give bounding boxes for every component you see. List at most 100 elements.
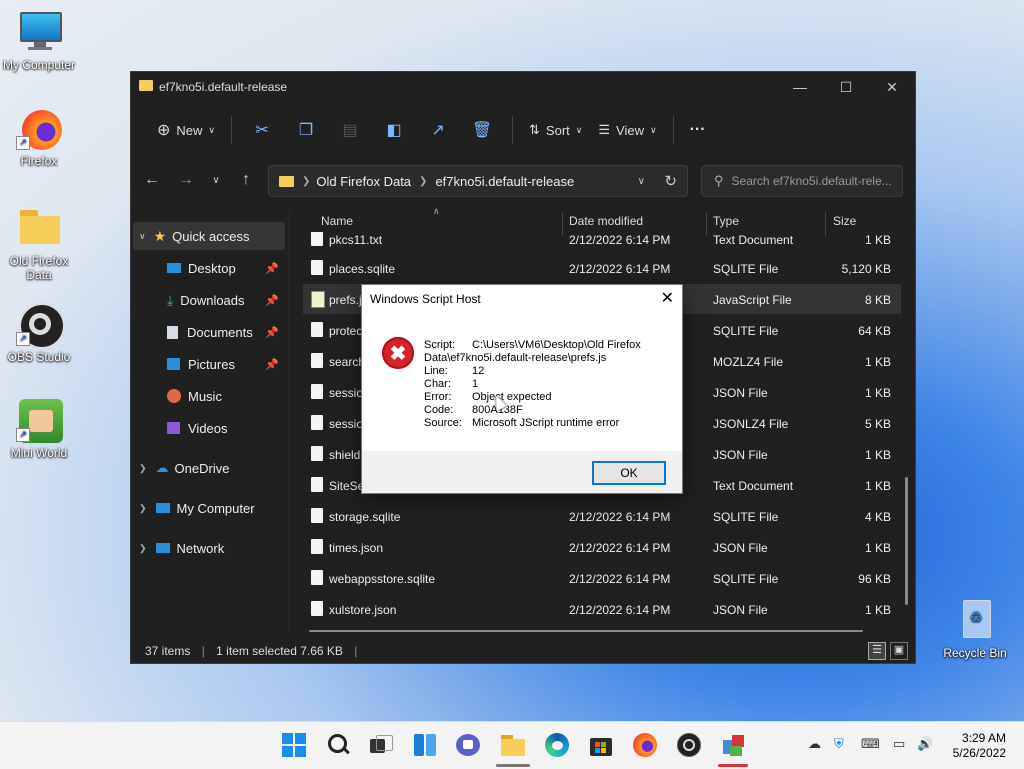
file-type: JSON File: [713, 448, 768, 462]
more-options-button[interactable]: ···: [682, 114, 714, 146]
file-row[interactable]: places.sqlite 2/12/2022 6:14 PM SQLITE F…: [303, 253, 901, 283]
defender-icon[interactable]: ⛨: [834, 737, 844, 752]
file-row[interactable]: xulstore.json 2/12/2022 6:14 PM JSON Fil…: [303, 594, 901, 624]
network-status-icon[interactable]: ☁: [808, 737, 821, 752]
file-size: 1 KB: [864, 603, 891, 617]
error-icon: ✖: [382, 337, 414, 369]
copy-icon[interactable]: ❐: [292, 116, 320, 144]
store-icon[interactable]: [588, 732, 614, 758]
desktop-icon-mini-world[interactable]: ↗ Mini World: [1, 398, 77, 460]
file-size: 1 KB: [864, 355, 891, 369]
share-icon[interactable]: ↗: [424, 116, 452, 144]
file-name: webappsstore.sqlite: [329, 572, 436, 586]
firefox-icon[interactable]: [632, 732, 658, 758]
rename-icon[interactable]: ◧: [380, 116, 408, 144]
file-row[interactable]: times.json 2/12/2022 6:14 PM JSON File 1…: [303, 532, 901, 562]
back-arrow-icon[interactable]: ←: [135, 165, 169, 195]
file-type: Text Document: [713, 479, 794, 493]
file-type: SQLITE File: [713, 510, 779, 524]
address-bar[interactable]: ❯ Old Firefox Data ❯ ef7kno5i.default-re…: [268, 165, 688, 197]
breadcrumb-old-firefox-data[interactable]: Old Firefox Data: [316, 174, 411, 189]
file-row[interactable]: pkcs11.txt 2/12/2022 6:14 PM Text Docume…: [303, 232, 901, 254]
error-value: Object expected: [472, 391, 552, 403]
sort-arrow-icon: ∧: [433, 206, 440, 216]
file-size: 1 KB: [864, 233, 891, 247]
column-header-type[interactable]: Type: [713, 214, 739, 234]
file-size: 1 KB: [864, 386, 891, 400]
column-header-date-modified[interactable]: Date modified: [569, 214, 643, 234]
desktop-icon-label: Firefox: [20, 154, 58, 168]
breadcrumb-current-folder[interactable]: ef7kno5i.default-release: [435, 174, 574, 189]
file-size: 96 KB: [858, 572, 891, 586]
paste-icon[interactable]: ▤: [336, 116, 364, 144]
search-icon[interactable]: [325, 732, 351, 758]
maximize-button[interactable]: ☐: [823, 72, 869, 102]
desktop-icon-old-firefox-data[interactable]: Old Firefox Data: [1, 206, 77, 282]
dialog-title: Windows Script Host: [370, 292, 481, 306]
search-box[interactable]: ⚲ Search ef7kno5i.default-rele...: [701, 165, 903, 197]
file-name: pkcs11.txt: [329, 233, 383, 247]
mini-world-icon[interactable]: [718, 732, 748, 767]
file-date: 2/12/2022 6:14 PM: [569, 603, 671, 617]
chevron-down-icon[interactable]: ∨: [638, 176, 645, 187]
details-view-button[interactable]: ☰: [868, 642, 886, 660]
column-header-name[interactable]: Name: [321, 214, 353, 234]
view-button[interactable]: ☰ View ∨: [590, 114, 664, 146]
file-size: 64 KB: [858, 324, 891, 338]
file-icon: [311, 322, 323, 337]
script-label: Script:: [424, 339, 456, 351]
error-label: Error:: [424, 391, 452, 403]
refresh-icon[interactable]: ↻: [664, 172, 677, 190]
desktop-icon-label: Old Firefox Data: [9, 254, 69, 282]
chat-icon[interactable]: [455, 732, 481, 758]
vertical-scrollbar[interactable]: [905, 477, 908, 605]
widgets-icon[interactable]: [412, 732, 438, 758]
desktop-icon-obs-studio[interactable]: ↗ OBS Studio: [1, 302, 77, 364]
char-label: Char:: [424, 378, 451, 390]
selection-info: 1 item selected 7.66 KB: [216, 644, 343, 658]
up-arrow-icon[interactable]: ↑: [229, 165, 263, 195]
file-row[interactable]: webappsstore.sqlite 2/12/2022 6:14 PM SQ…: [303, 563, 901, 593]
ok-button[interactable]: OK: [592, 461, 666, 485]
sort-button[interactable]: ⇅ Sort ∨: [521, 114, 590, 146]
display-icon[interactable]: ▭: [893, 737, 905, 752]
clock-time: 3:29 AM: [961, 731, 1006, 745]
char-value: 1: [472, 378, 479, 390]
firefox-icon: ↗: [16, 106, 62, 152]
window-title: ef7kno5i.default-release: [159, 80, 288, 94]
desktop-icon-label: My Computer: [2, 58, 76, 72]
desktop-icon-firefox[interactable]: ↗ Firefox: [1, 106, 77, 168]
obs-icon[interactable]: [676, 732, 702, 758]
desktop-icon-my-computer[interactable]: My Computer: [1, 10, 77, 72]
file-row[interactable]: storage.sqlite 2/12/2022 6:14 PM SQLITE …: [303, 501, 901, 531]
new-button[interactable]: ⊕ New ∨: [149, 114, 223, 146]
recent-locations-icon[interactable]: ∨: [203, 165, 229, 195]
explorer-titlebar[interactable]: ef7kno5i.default-release — ☐ ✕: [131, 72, 915, 102]
file-type: Text Document: [713, 233, 794, 247]
cut-icon[interactable]: ✂: [248, 116, 276, 144]
monitor-icon: [16, 10, 62, 56]
status-divider: |: [201, 644, 205, 658]
volume-icon[interactable]: 🔊: [917, 737, 933, 752]
chevron-down-icon: ∨: [649, 124, 657, 135]
system-clock[interactable]: 3:29 AM 5/26/2022: [953, 731, 1006, 761]
delete-icon[interactable]: 🗑: [468, 116, 496, 144]
forward-arrow-icon[interactable]: →: [169, 165, 203, 195]
tiles-view-button[interactable]: ▣: [890, 642, 908, 660]
file-explorer-icon[interactable]: [496, 732, 530, 767]
column-header-size[interactable]: Size: [833, 214, 856, 234]
minimize-button[interactable]: —: [777, 72, 823, 102]
search-icon: ⚲: [714, 173, 724, 188]
close-button[interactable]: ✕: [869, 72, 915, 102]
close-icon[interactable]: ✕: [661, 288, 674, 308]
horizontal-scrollbar[interactable]: [309, 630, 863, 632]
start-icon[interactable]: [281, 732, 307, 758]
file-icon: [311, 570, 323, 585]
folder-icon: [279, 175, 294, 187]
task-view-icon[interactable]: [367, 732, 393, 758]
file-name: times.json: [329, 541, 384, 555]
desktop-icon-recycle-bin[interactable]: ♻ Recycle Bin: [937, 598, 1013, 660]
status-bar: 37 items | 1 item selected 7.66 KB |: [145, 644, 365, 658]
keyboard-icon[interactable]: ⌨: [861, 737, 880, 752]
edge-icon[interactable]: [544, 732, 570, 758]
